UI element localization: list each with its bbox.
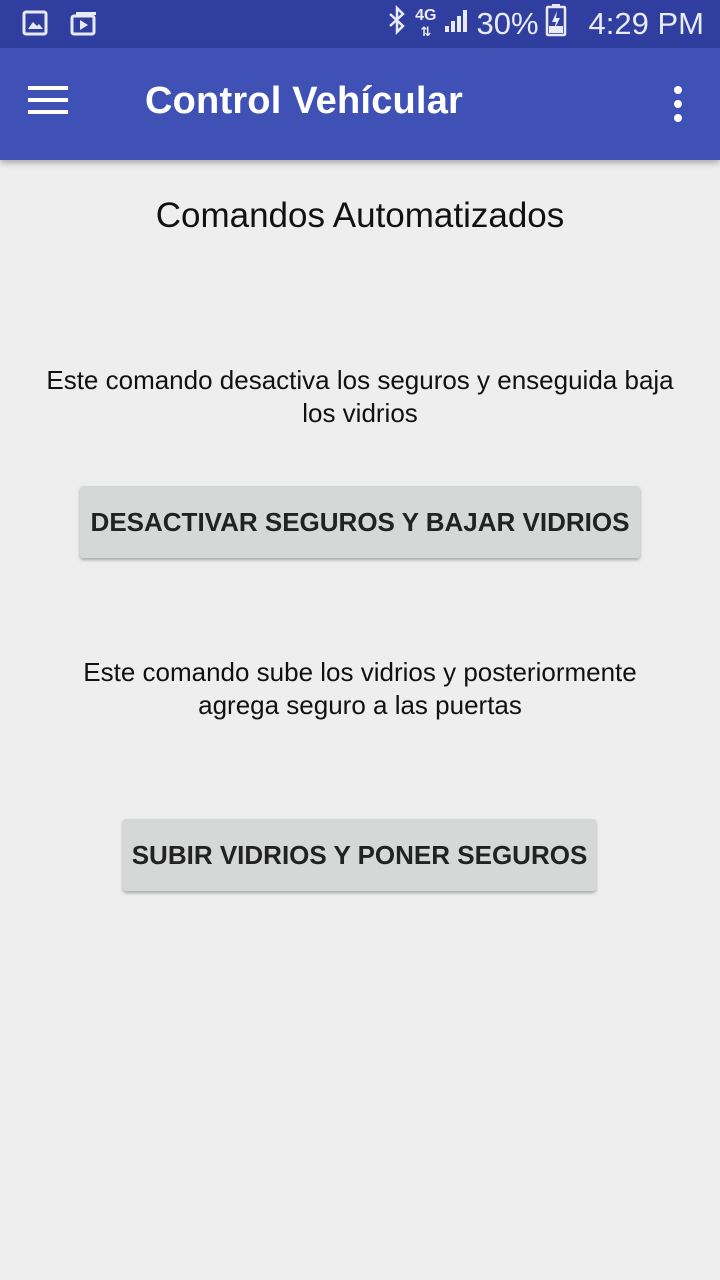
status-bar: 4G ⇅ 30% 4:29 PM xyxy=(0,0,720,48)
network-4g-icon: 4G ⇅ xyxy=(415,8,436,40)
raise-windows-and-lock-button[interactable]: SUBIR VIDRIOS Y PONER SEGUROS xyxy=(123,819,596,891)
more-vert-icon[interactable] xyxy=(672,86,684,122)
hamburger-menu-icon[interactable] xyxy=(28,86,68,118)
media-icon xyxy=(70,10,98,41)
page-title: Comandos Automatizados xyxy=(155,196,565,235)
unlock-and-lower-windows-button[interactable]: DESACTIVAR SEGUROS Y BAJAR VIDRIOS xyxy=(80,486,640,558)
battery-percent: 30% xyxy=(476,6,539,41)
bluetooth-icon xyxy=(385,4,409,43)
gallery-icon xyxy=(22,10,48,41)
network-label: 4G xyxy=(415,7,437,24)
signal-icon xyxy=(443,6,471,42)
command-description-unlock: Este comando desactiva los seguros y ens… xyxy=(46,365,674,428)
data-arrows-icon: ⇅ xyxy=(420,24,432,39)
battery-charging-icon xyxy=(545,3,567,45)
app-bar: Control Vehícular xyxy=(0,48,720,160)
clock: 4:29 PM xyxy=(588,6,704,41)
app-title: Control Vehícular xyxy=(145,80,464,122)
status-notifications xyxy=(22,10,98,41)
status-system: 4G ⇅ 30% 4:29 PM xyxy=(385,0,704,48)
command-description-lock: Este comando sube los vidrios y posterio… xyxy=(83,657,637,720)
